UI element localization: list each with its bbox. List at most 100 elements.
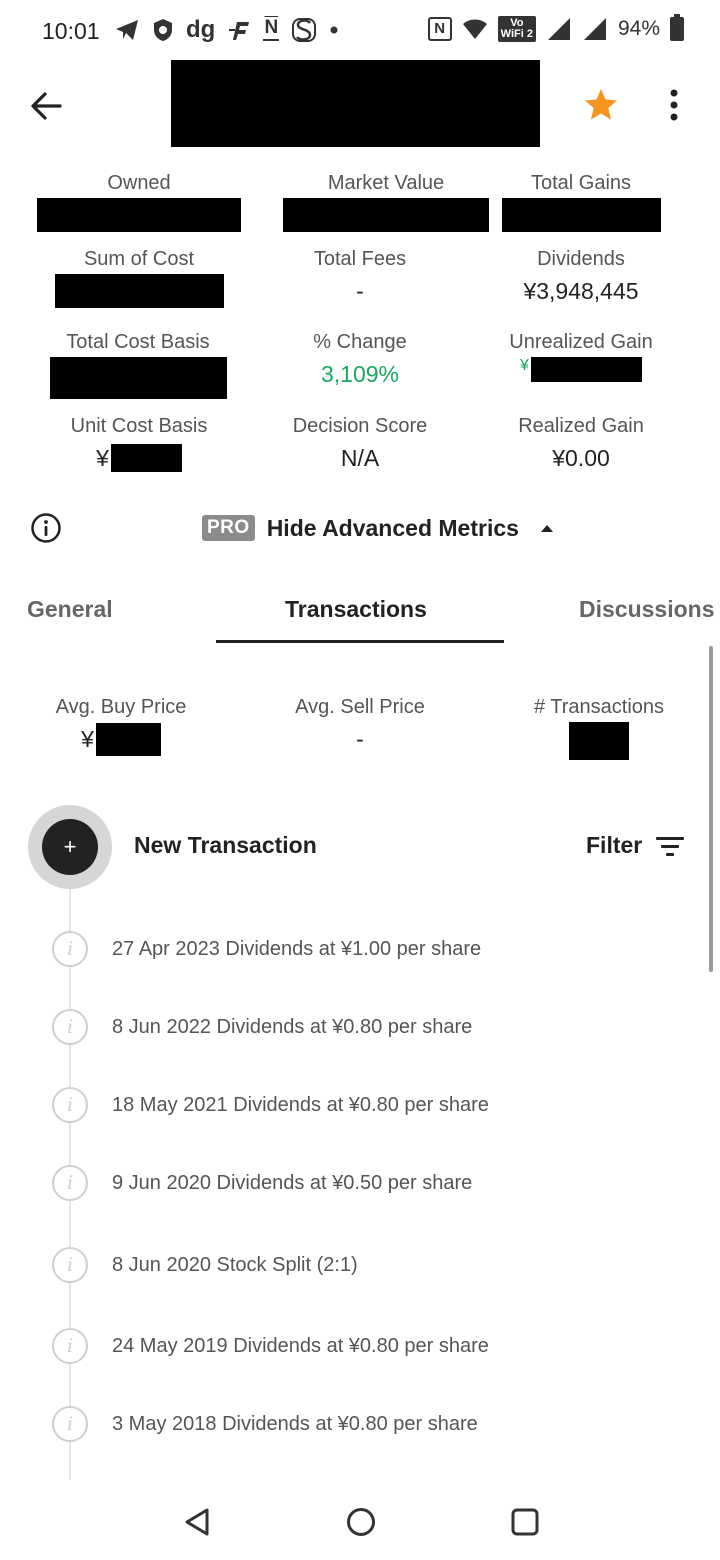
stat-currency: ¥ bbox=[81, 726, 94, 752]
metric-unrealized-gain: Unrealized Gain ¥ bbox=[461, 329, 701, 383]
metric-label: Total Fees bbox=[313, 248, 407, 270]
metric-value: N/A bbox=[340, 445, 380, 471]
metric-value: ¥3,948,445 bbox=[523, 278, 639, 304]
advanced-metrics-toggle[interactable]: PRO Hide Advanced Metrics bbox=[202, 510, 553, 546]
metric-label: Decision Score bbox=[292, 415, 428, 437]
new-transaction-fab[interactable]: + bbox=[28, 805, 112, 889]
metric-value: 3,109% bbox=[320, 361, 399, 387]
redacted-value bbox=[530, 357, 642, 382]
transaction-item[interactable]: i 27 Apr 2023 Dividends at ¥1.00 per sha… bbox=[52, 931, 481, 967]
signal-icon-2 bbox=[582, 17, 608, 41]
transaction-text: 8 Jun 2020 Stock Split (2:1) bbox=[112, 1253, 358, 1276]
info-icon[interactable]: i bbox=[52, 1165, 88, 1201]
stat-label: Avg. Buy Price bbox=[55, 696, 187, 718]
telegram-icon bbox=[114, 18, 140, 42]
info-button[interactable] bbox=[30, 512, 62, 544]
s-icon bbox=[291, 17, 317, 43]
stat-value: - bbox=[356, 726, 364, 752]
pro-badge: PRO bbox=[202, 515, 255, 541]
redacted-value bbox=[501, 198, 661, 232]
redacted-value bbox=[110, 444, 182, 472]
redacted-value bbox=[95, 722, 161, 756]
transaction-text: 18 May 2021 Dividends at ¥0.80 per share bbox=[112, 1093, 489, 1116]
metric-label: Unrealized Gain bbox=[509, 331, 653, 353]
metric-unit-cost-basis: Unit Cost Basis ¥ bbox=[19, 413, 259, 475]
vowifi-icon: Vo WiFi 2 bbox=[497, 16, 536, 42]
info-icon[interactable]: i bbox=[52, 1328, 88, 1364]
battery-percent: 94% bbox=[617, 17, 660, 40]
transaction-item[interactable]: i 8 Jun 2020 Stock Split (2:1) bbox=[52, 1247, 358, 1283]
transaction-item[interactable]: i 18 May 2021 Dividends at ¥0.80 per sha… bbox=[52, 1087, 489, 1123]
status-time: 10:01 bbox=[42, 18, 100, 44]
metric-total-fees: Total Fees - bbox=[240, 246, 480, 308]
favorite-button[interactable] bbox=[580, 84, 622, 126]
transaction-text: 3 May 2018 Dividends at ¥0.80 per share bbox=[112, 1412, 478, 1435]
signal-icon-1 bbox=[546, 17, 572, 41]
info-icon[interactable]: i bbox=[52, 1009, 88, 1045]
triangle-back-icon bbox=[185, 1508, 209, 1536]
tab-general[interactable]: General bbox=[27, 596, 113, 623]
plus-icon: + bbox=[42, 819, 98, 875]
redacted-value bbox=[37, 198, 241, 232]
dg-icon: dg bbox=[186, 16, 216, 43]
metric-label: Total Gains bbox=[530, 172, 632, 194]
metric-label: Sum of Cost bbox=[83, 248, 195, 270]
caret-up-icon bbox=[540, 524, 553, 532]
stat-avg-buy-price: Avg. Buy Price ¥ bbox=[1, 694, 241, 756]
system-icons: N Vo WiFi 2 94% bbox=[427, 14, 684, 42]
transaction-text: 27 Apr 2023 Dividends at ¥1.00 per share bbox=[112, 937, 482, 960]
metric-decision-score: Decision Score N/A bbox=[240, 413, 480, 475]
nfc-icon: N bbox=[427, 17, 452, 41]
transaction-item[interactable]: i 8 Jun 2022 Dividends at ¥0.80 per shar… bbox=[52, 1009, 472, 1045]
info-icon[interactable]: i bbox=[52, 1247, 88, 1283]
stat-avg-sell-price: Avg. Sell Price - bbox=[240, 694, 480, 756]
transaction-text: 9 Jun 2020 Dividends at ¥0.50 per share bbox=[112, 1171, 473, 1194]
metric-currency: ¥ bbox=[520, 357, 529, 374]
transaction-item[interactable]: i 9 Jun 2020 Dividends at ¥0.50 per shar… bbox=[52, 1165, 472, 1201]
redacted-value bbox=[54, 274, 224, 308]
metric-total-cost-basis: Total Cost Basis bbox=[18, 329, 258, 399]
n-icon-letter: N bbox=[264, 17, 279, 38]
metric-label: Owned bbox=[107, 172, 171, 194]
arrow-left-icon bbox=[31, 92, 62, 120]
advanced-metrics-label: Hide Advanced Metrics bbox=[266, 514, 519, 541]
metric-sum-of-cost: Sum of Cost bbox=[19, 246, 259, 308]
stat-label: # Transactions bbox=[533, 696, 665, 718]
tab-transactions[interactable]: Transactions bbox=[285, 596, 427, 623]
more-options-button[interactable] bbox=[660, 84, 688, 126]
info-icon bbox=[31, 513, 61, 543]
metric-value: ¥0.00 bbox=[552, 445, 610, 471]
metric-currency: ¥ bbox=[96, 445, 109, 471]
tab-bar: General Transactions Discussions bbox=[0, 590, 720, 646]
new-transaction-label[interactable]: New Transaction bbox=[134, 832, 317, 859]
redacted-value bbox=[49, 357, 227, 399]
transaction-item[interactable]: i 24 May 2019 Dividends at ¥0.80 per sha… bbox=[52, 1328, 489, 1364]
metric-label: Realized Gain bbox=[518, 415, 644, 437]
battery-icon bbox=[670, 14, 684, 41]
metric-total-gains: Total Gains bbox=[461, 170, 701, 232]
back-button[interactable] bbox=[26, 86, 66, 126]
redacted-value bbox=[283, 198, 489, 232]
info-icon[interactable]: i bbox=[52, 1087, 88, 1123]
f-icon bbox=[227, 18, 251, 42]
info-icon[interactable]: i bbox=[52, 1406, 88, 1442]
metric-label: % Change bbox=[313, 331, 407, 353]
metric-dividends: Dividends ¥3,948,445 bbox=[461, 246, 701, 308]
nav-back-button[interactable] bbox=[181, 1506, 213, 1538]
star-icon bbox=[585, 89, 617, 120]
wifi-icon bbox=[462, 18, 488, 40]
system-nav-bar bbox=[0, 1480, 720, 1560]
metric-realized-gain: Realized Gain ¥0.00 bbox=[461, 413, 701, 475]
nav-recents-button[interactable] bbox=[509, 1506, 541, 1538]
transaction-item[interactable]: i 3 May 2018 Dividends at ¥0.80 per shar… bbox=[52, 1406, 478, 1442]
transaction-text: 24 May 2019 Dividends at ¥0.80 per share bbox=[112, 1334, 489, 1357]
active-tab-indicator bbox=[216, 640, 504, 643]
nav-home-button[interactable] bbox=[345, 1506, 377, 1538]
more-vertical-icon bbox=[670, 89, 678, 121]
metric-label: Dividends bbox=[537, 248, 625, 270]
tab-discussions[interactable]: Discussions bbox=[579, 596, 715, 623]
info-icon[interactable]: i bbox=[52, 931, 88, 967]
dot-icon bbox=[329, 25, 339, 35]
filter-button[interactable]: Filter bbox=[586, 832, 685, 859]
notification-icons: dg N bbox=[114, 16, 339, 44]
